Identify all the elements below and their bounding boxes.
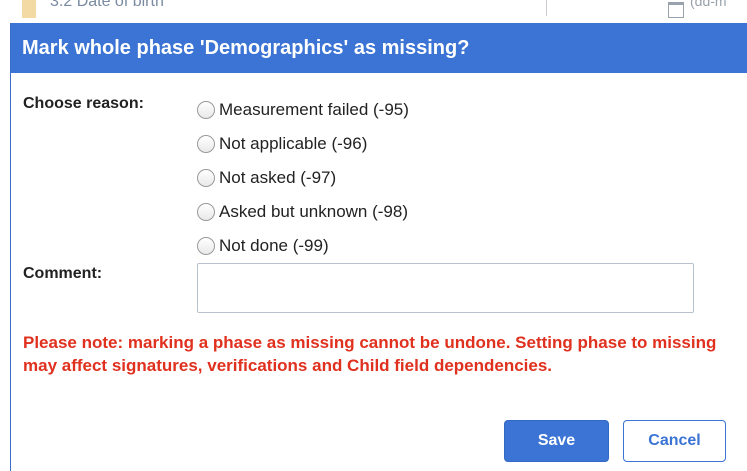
date-format-hint: (dd-m [690, 0, 727, 9]
warning-message: Please note: marking a phase as missing … [23, 333, 717, 375]
reason-row: Choose reason: Measurement failed (-95) … [23, 93, 409, 263]
reason-options: Measurement failed (-95) Not applicable … [197, 93, 409, 263]
reason-option-measurement-failed[interactable]: Measurement failed (-95) [197, 93, 409, 127]
radio-button[interactable] [197, 203, 215, 221]
reason-option-label: Asked but unknown (-98) [219, 202, 408, 221]
reason-option-label: Not asked (-97) [219, 168, 337, 187]
cancel-button[interactable]: Cancel [623, 420, 726, 462]
column-divider [546, 0, 547, 16]
reason-option-label: Not done (-99) [219, 236, 329, 255]
radio-button[interactable] [197, 169, 215, 187]
radio-button[interactable] [197, 237, 215, 255]
dialog-title: Mark whole phase 'Demographics' as missi… [22, 36, 470, 59]
reason-label: Choose reason: [23, 95, 144, 112]
comment-row: Comment: [23, 263, 694, 313]
reason-option-not-done[interactable]: Not done (-99) [197, 229, 409, 263]
dialog-header: Mark whole phase 'Demographics' as missi… [11, 23, 747, 73]
reason-option-not-applicable[interactable]: Not applicable (-96) [197, 127, 409, 161]
reason-option-asked-but-unknown[interactable]: Asked but unknown (-98) [197, 195, 409, 229]
row-marker [22, 0, 36, 18]
calendar-icon [668, 2, 684, 18]
reason-option-not-asked[interactable]: Not asked (-97) [197, 161, 409, 195]
comment-input[interactable] [197, 263, 694, 313]
comment-label: Comment: [23, 265, 103, 282]
save-button[interactable]: Save [504, 420, 609, 462]
missing-phase-dialog: Mark whole phase 'Demographics' as missi… [10, 23, 747, 471]
background-row-label: 3.2 Date of birth [50, 0, 164, 10]
reason-option-label: Not applicable (-96) [219, 134, 368, 153]
radio-button[interactable] [197, 135, 215, 153]
reason-option-label: Measurement failed (-95) [219, 100, 409, 119]
background-page-strip: 3.2 Date of birth (dd-m [0, 0, 747, 22]
radio-button[interactable] [197, 101, 215, 119]
